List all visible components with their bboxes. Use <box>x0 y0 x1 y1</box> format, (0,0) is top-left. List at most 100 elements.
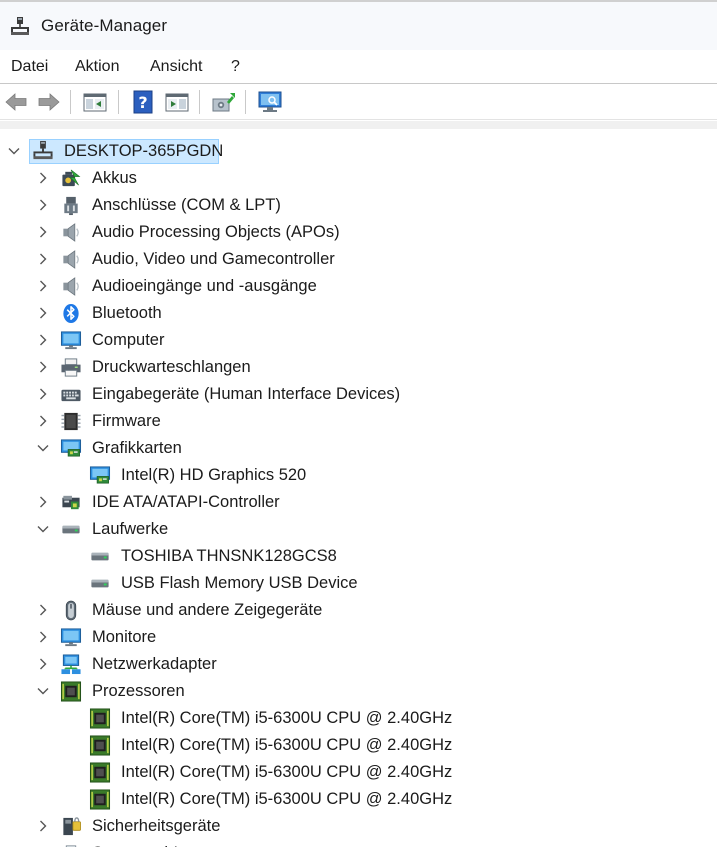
tree-category-row[interactable]: Bluetooth <box>0 300 717 327</box>
tree-category-label: IDE ATA/ATAPI-Controller <box>92 493 280 511</box>
forward-icon[interactable] <box>36 90 62 114</box>
ide-controller-icon <box>62 495 80 510</box>
monitor-icon <box>60 628 82 647</box>
tree-root-row[interactable]: DESKTOP-365PGDN <box>0 138 717 165</box>
bluetooth-icon <box>63 303 79 324</box>
tree-category-label: Bluetooth <box>92 304 162 322</box>
tree-device-label: Intel(R) HD Graphics 520 <box>121 466 307 484</box>
title-bar[interactable]: Geräte-Manager <box>0 2 717 50</box>
tree-category-row[interactable]: Audio, Video und Gamecontroller <box>0 246 717 273</box>
tree-device-row[interactable]: Intel(R) Core(TM) i5-6300U CPU @ 2.40GHz <box>0 759 717 786</box>
tree-category-row[interactable]: Eingabegeräte (Human Interface Devices) <box>0 381 717 408</box>
chevron-down-icon[interactable] <box>36 522 50 536</box>
chevron-right-icon[interactable] <box>36 198 50 212</box>
menu-ansicht[interactable]: Ansicht <box>150 58 202 76</box>
tree-category-label: Anschlüsse (COM & LPT) <box>92 196 281 214</box>
smartcard-reader-icon <box>65 845 77 847</box>
menu-bar: Datei Aktion Ansicht ? <box>0 50 717 84</box>
tree-category-label: Akkus <box>92 169 137 187</box>
tree-device-label: Intel(R) Core(TM) i5-6300U CPU @ 2.40GHz <box>121 790 453 808</box>
tree-category-row[interactable]: Anschlüsse (COM & LPT) <box>0 192 717 219</box>
chevron-right-icon[interactable] <box>36 387 50 401</box>
tree-device-label: TOSHIBA THNSNK128GCS8 <box>121 547 337 565</box>
tree-device-row[interactable]: Intel(R) Core(TM) i5-6300U CPU @ 2.40GHz <box>0 705 717 732</box>
tree-category-row[interactable]: Audio Processing Objects (APOs) <box>0 219 717 246</box>
printer-icon <box>61 358 81 377</box>
speaker-icon <box>63 250 79 269</box>
chevron-down-icon[interactable] <box>36 441 50 455</box>
tree-device-row[interactable]: TOSHIBA THNSNK128GCS8 <box>0 543 717 570</box>
tree-category-row[interactable]: Audioeingänge und -ausgänge <box>0 273 717 300</box>
monitor-icon <box>60 331 82 350</box>
toolbar-separator <box>70 90 71 114</box>
tree-category-label: Grafikkarten <box>92 439 182 457</box>
scan-hardware-icon[interactable] <box>257 90 283 114</box>
chevron-right-icon[interactable] <box>36 306 50 320</box>
tree-category-row[interactable]: Netzwerkadapter <box>0 651 717 678</box>
tree-category-row[interactable]: IDE ATA/ATAPI-Controller <box>0 489 717 516</box>
security-device-icon <box>63 817 81 836</box>
drive-icon <box>62 525 80 534</box>
tree-category-label: Firmware <box>92 412 161 430</box>
mouse-icon <box>65 600 77 621</box>
chevron-right-icon[interactable] <box>36 225 50 239</box>
processor-icon <box>89 708 111 729</box>
action-pane-icon[interactable] <box>164 90 190 114</box>
chevron-down-icon[interactable] <box>7 144 21 158</box>
device-manager-app-icon <box>11 17 29 35</box>
svg-text:?: ? <box>138 93 147 112</box>
chevron-right-icon[interactable] <box>36 819 50 833</box>
chevron-right-icon[interactable] <box>36 630 50 644</box>
computer-root-icon <box>33 140 53 160</box>
menu-datei[interactable]: Datei <box>11 58 48 76</box>
tree-device-row[interactable]: Intel(R) Core(TM) i5-6300U CPU @ 2.40GHz <box>0 732 717 759</box>
tree-category-row[interactable]: Mäuse und andere Zeigegeräte <box>0 597 717 624</box>
tree-device-label: Intel(R) Core(TM) i5-6300U CPU @ 2.40GHz <box>121 736 453 754</box>
chevron-right-icon[interactable] <box>36 333 50 347</box>
tree-category-label: Prozessoren <box>92 682 185 700</box>
tree-category-row[interactable]: Firmware <box>0 408 717 435</box>
chevron-right-icon[interactable] <box>36 360 50 374</box>
processor-icon <box>89 735 111 756</box>
tree-category-label: Audio Processing Objects (APOs) <box>92 223 340 241</box>
window-title: Geräte-Manager <box>41 16 168 35</box>
tree-category-label: Netzwerkadapter <box>92 655 217 673</box>
tree-category-row[interactable]: Laufwerke <box>0 516 717 543</box>
tree-device-row[interactable]: Intel(R) HD Graphics 520 <box>0 462 717 489</box>
tree-category-row[interactable]: Sicherheitsgeräte <box>0 813 717 840</box>
help-icon[interactable]: ? <box>130 90 156 114</box>
update-driver-icon[interactable] <box>210 90 236 114</box>
processor-icon <box>89 762 111 783</box>
properties-pane-icon[interactable] <box>82 90 108 114</box>
tree-category-label: Audioeingänge und -ausgänge <box>92 277 317 295</box>
tree-device-row[interactable]: USB Flash Memory USB Device <box>0 570 717 597</box>
toolbar-separator <box>199 90 200 114</box>
tree-category-row[interactable]: Prozessoren <box>0 678 717 705</box>
menu-help[interactable]: ? <box>231 58 240 76</box>
firmware-chip-icon <box>61 412 81 431</box>
chevron-right-icon[interactable] <box>36 495 50 509</box>
tree-category-row[interactable]: Monitore <box>0 624 717 651</box>
tree-category-row[interactable]: Computer <box>0 327 717 354</box>
chevron-right-icon[interactable] <box>36 657 50 671</box>
chevron-right-icon[interactable] <box>36 252 50 266</box>
tree-category-row[interactable]: Druckwarteschlangen <box>0 354 717 381</box>
speaker-icon <box>63 277 79 296</box>
tree-category-label: Monitore <box>92 628 157 646</box>
tree-device-row[interactable]: Intel(R) Core(TM) i5-6300U CPU @ 2.40GHz <box>0 786 717 813</box>
drive-icon <box>91 552 109 561</box>
tree-category-row[interactable]: Akkus <box>0 165 717 192</box>
chevron-right-icon[interactable] <box>36 171 50 185</box>
chevron-right-icon[interactable] <box>36 603 50 617</box>
toolbar: ? <box>0 84 717 120</box>
chevron-right-icon[interactable] <box>36 414 50 428</box>
network-adapter-icon <box>61 654 81 675</box>
menu-aktion[interactable]: Aktion <box>75 58 119 76</box>
chevron-down-icon[interactable] <box>36 684 50 698</box>
tree-category-row[interactable]: Smartcard-Leser <box>0 840 717 847</box>
chevron-right-icon[interactable] <box>36 279 50 293</box>
back-icon[interactable] <box>3 90 29 114</box>
tree-category-row[interactable]: Grafikkarten <box>0 435 717 462</box>
device-tree[interactable]: DESKTOP-365PGDN Akkus Anschlüsse (COM & LP… <box>0 121 717 847</box>
display-adapter-icon <box>60 439 82 457</box>
